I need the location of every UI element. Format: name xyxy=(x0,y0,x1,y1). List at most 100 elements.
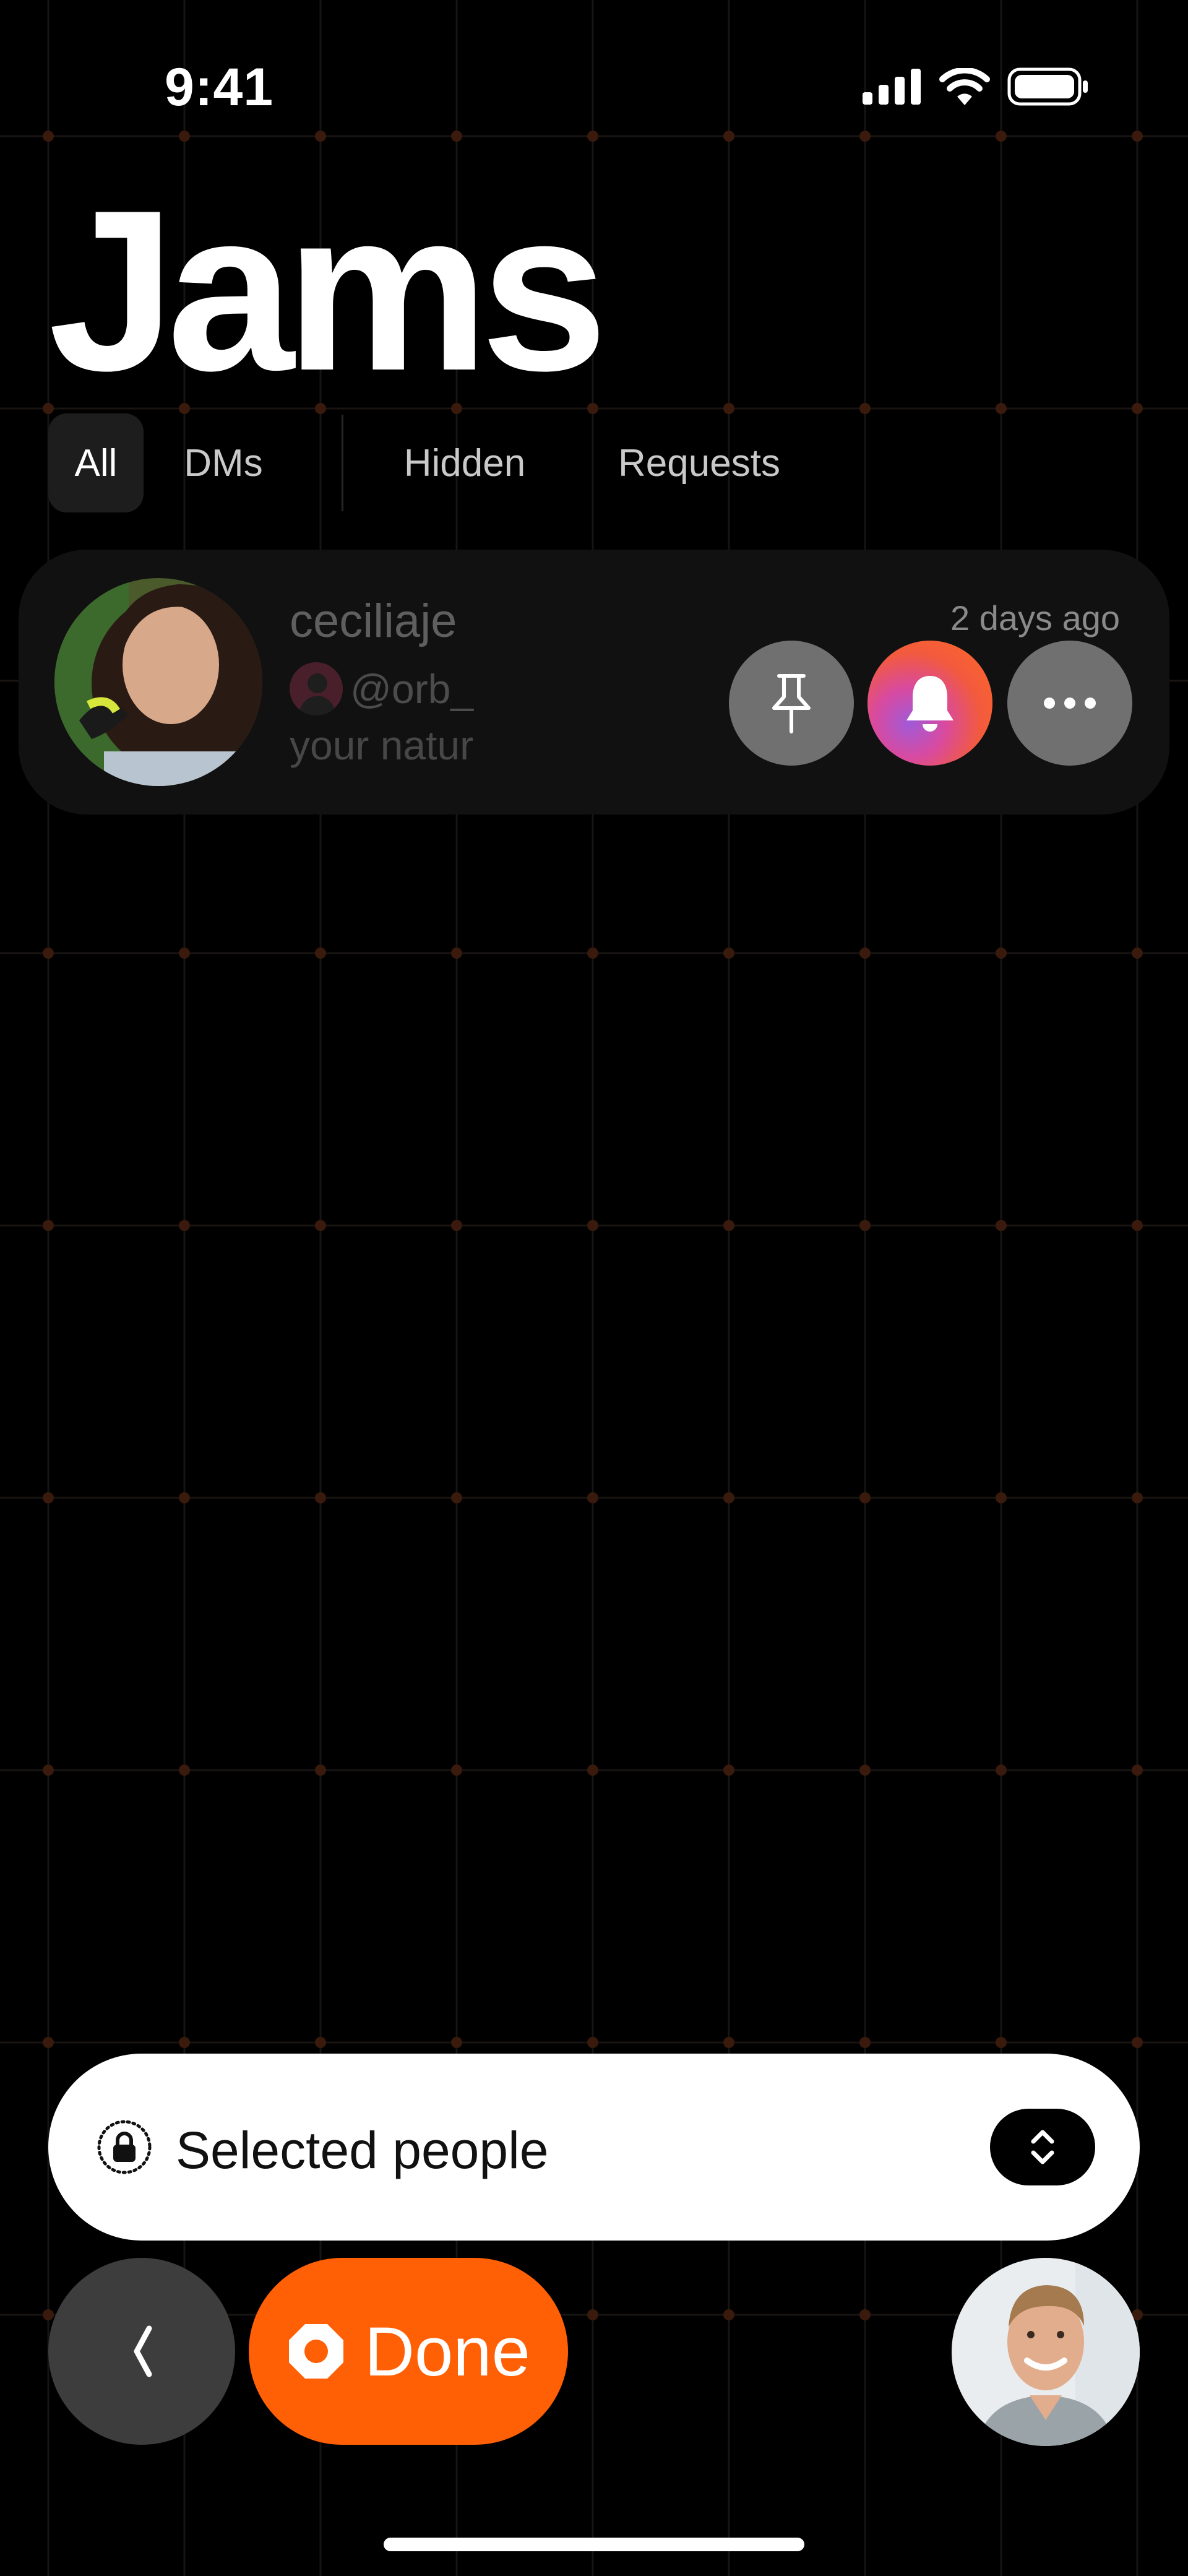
grid-dot xyxy=(996,2037,1007,2048)
audience-selector[interactable]: Selected people xyxy=(48,2054,1140,2241)
notifications-button[interactable] xyxy=(867,641,992,766)
grid-dot xyxy=(179,948,190,959)
chevron-left-icon xyxy=(134,2325,152,2377)
grid-dot xyxy=(996,131,1007,142)
octagon-icon xyxy=(289,2324,344,2379)
pin-button[interactable] xyxy=(729,641,854,766)
sender-handle: @orb_ xyxy=(350,666,474,712)
pin-icon xyxy=(772,674,811,733)
grid-dot xyxy=(179,2037,190,2048)
grid-dot xyxy=(859,2309,871,2320)
grid-dot xyxy=(1132,2037,1143,2048)
more-options-button[interactable] xyxy=(1007,641,1132,766)
grid-dot xyxy=(43,1220,54,1231)
grid-dot xyxy=(43,131,54,142)
grid-dot xyxy=(451,131,462,142)
tab-dms[interactable]: DMs xyxy=(165,413,282,512)
conversation-name: ceciliaje xyxy=(290,595,457,647)
page-title: Jams xyxy=(48,163,608,418)
audience-label: Selected people xyxy=(176,2121,549,2179)
status-icons xyxy=(863,65,1089,108)
grid-dot xyxy=(859,131,871,142)
grid-dot xyxy=(723,1765,734,1776)
grid-dot xyxy=(43,1765,54,1776)
tab-divider xyxy=(342,415,343,511)
home-indicator xyxy=(384,2538,804,2551)
grid-dot xyxy=(859,1220,871,1231)
grid-dot xyxy=(723,2309,734,2320)
grid-dot xyxy=(179,1492,190,1503)
grid-dot xyxy=(723,948,734,959)
grid-dot xyxy=(859,948,871,959)
cellular-signal-icon xyxy=(863,69,921,105)
grid-dot xyxy=(315,131,326,142)
bell-icon xyxy=(906,676,953,732)
grid-dot xyxy=(587,2309,598,2320)
grid-dot xyxy=(996,1765,1007,1776)
grid-dot xyxy=(451,2037,462,2048)
tab-hidden[interactable]: Hidden xyxy=(394,413,536,512)
grid-dot xyxy=(996,403,1007,414)
grid-dot xyxy=(723,131,734,142)
grid-dot xyxy=(43,2309,54,2320)
grid-dot xyxy=(723,1492,734,1503)
conversation-subline: @orb_ xyxy=(290,661,497,717)
grid-dot xyxy=(996,1220,1007,1231)
more-icon xyxy=(1044,698,1096,709)
grid-dot xyxy=(1132,1220,1143,1231)
grid-dot xyxy=(723,2037,734,2048)
battery-icon xyxy=(1007,67,1088,106)
grid-dot xyxy=(859,403,871,414)
grid-dot xyxy=(1132,948,1143,959)
grid-dot xyxy=(1132,403,1143,414)
grid-dot xyxy=(996,948,1007,959)
conversation-avatar[interactable] xyxy=(54,578,262,786)
done-button[interactable]: Done xyxy=(249,2258,568,2445)
grid-dot xyxy=(43,2037,54,2048)
grid-dot xyxy=(587,2037,598,2048)
back-button[interactable] xyxy=(48,2258,235,2445)
timestamp: 2 days ago xyxy=(950,599,1120,638)
grid-dot xyxy=(451,1492,462,1503)
grid-dot xyxy=(315,1765,326,1776)
grid-dot xyxy=(1132,1765,1143,1776)
grid-dot xyxy=(179,1765,190,1776)
conversation-row[interactable]: ceciliaje @orb_ your natur 2 days ago xyxy=(19,550,1169,815)
grid-dot xyxy=(315,1492,326,1503)
status-time: 9:41 xyxy=(165,58,274,117)
tab-all[interactable]: All xyxy=(48,413,144,512)
grid-dot xyxy=(43,948,54,959)
sender-mini-avatar xyxy=(290,662,343,715)
grid-dot xyxy=(859,1765,871,1776)
grid-dot xyxy=(587,948,598,959)
tab-requests[interactable]: Requests xyxy=(606,413,792,512)
lock-icon xyxy=(97,2120,152,2174)
grid-dot xyxy=(723,1220,734,1231)
grid-dot xyxy=(587,1492,598,1503)
audience-dropdown-toggle[interactable] xyxy=(990,2109,1095,2185)
grid-dot xyxy=(859,2037,871,2048)
grid-dot xyxy=(315,2037,326,2048)
wifi-icon xyxy=(939,68,990,105)
profile-photo xyxy=(952,2258,1140,2446)
grid-dot xyxy=(451,1220,462,1231)
chevron-up-down-icon xyxy=(1031,2130,1054,2164)
grid-dot xyxy=(179,131,190,142)
grid-dot xyxy=(587,1765,598,1776)
grid-dot xyxy=(451,948,462,959)
grid-dot xyxy=(1132,1492,1143,1503)
grid-dot xyxy=(315,948,326,959)
grid-dot xyxy=(451,1765,462,1776)
done-label: Done xyxy=(364,2312,530,2390)
profile-avatar[interactable] xyxy=(952,2258,1140,2446)
grid-dot xyxy=(996,1492,1007,1503)
grid-dot xyxy=(587,1220,598,1231)
status-bar: 9:41 xyxy=(0,0,1188,124)
grid-dot xyxy=(315,1220,326,1231)
grid-dot xyxy=(1132,131,1143,142)
avatar-photo xyxy=(54,578,262,786)
grid-dot xyxy=(859,1492,871,1503)
grid-dot xyxy=(587,131,598,142)
grid-dot xyxy=(723,403,734,414)
grid-dot xyxy=(179,1220,190,1231)
